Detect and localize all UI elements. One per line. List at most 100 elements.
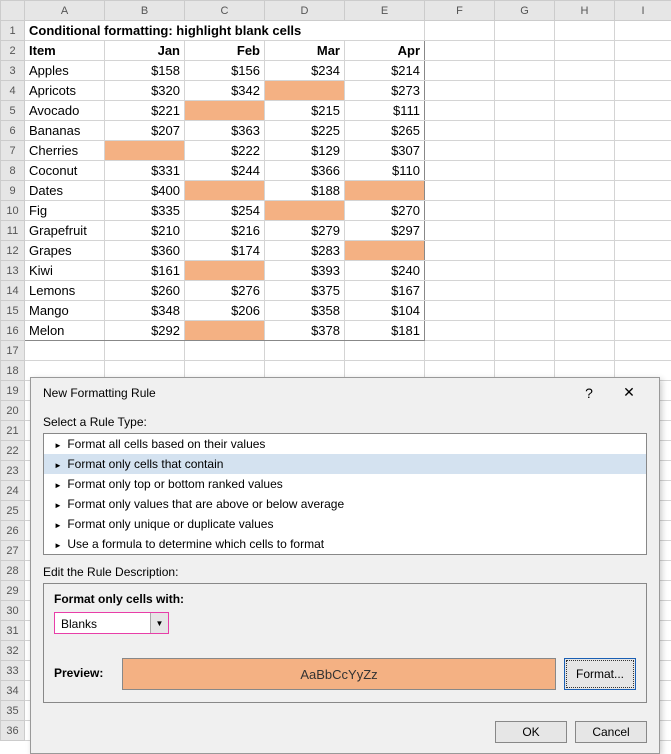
cell[interactable]	[555, 281, 615, 301]
cell[interactable]	[495, 301, 555, 321]
header-feb[interactable]: Feb	[185, 41, 265, 61]
cell[interactable]	[495, 101, 555, 121]
cell[interactable]	[425, 341, 495, 361]
row-header[interactable]: 13	[1, 261, 25, 281]
item-cell[interactable]: Fig	[25, 201, 105, 221]
close-icon[interactable]: ✕	[609, 384, 649, 401]
data-cell[interactable]: $358	[265, 301, 345, 321]
item-cell[interactable]: Grapes	[25, 241, 105, 261]
item-cell[interactable]: Avocado	[25, 101, 105, 121]
header-apr[interactable]: Apr	[345, 41, 425, 61]
col-header[interactable]: G	[495, 1, 555, 21]
cell[interactable]	[425, 301, 495, 321]
cell[interactable]	[425, 281, 495, 301]
data-cell[interactable]: $342	[185, 81, 265, 101]
cell[interactable]	[425, 141, 495, 161]
cell[interactable]	[425, 261, 495, 281]
item-cell[interactable]: Kiwi	[25, 261, 105, 281]
data-cell[interactable]	[185, 181, 265, 201]
row-header[interactable]: 30	[1, 601, 25, 621]
col-header[interactable]: I	[615, 1, 671, 21]
cancel-button[interactable]: Cancel	[575, 721, 647, 743]
header-mar[interactable]: Mar	[265, 41, 345, 61]
cell[interactable]	[265, 341, 345, 361]
cell[interactable]	[495, 161, 555, 181]
cell[interactable]	[495, 181, 555, 201]
data-cell[interactable]: $167	[345, 281, 425, 301]
row-header[interactable]: 7	[1, 141, 25, 161]
cell[interactable]	[425, 41, 495, 61]
cell[interactable]	[425, 241, 495, 261]
cell[interactable]	[425, 81, 495, 101]
cell[interactable]	[615, 121, 671, 141]
cell[interactable]	[615, 301, 671, 321]
row-header[interactable]: 8	[1, 161, 25, 181]
data-cell[interactable]: $292	[105, 321, 185, 341]
cell[interactable]	[425, 321, 495, 341]
cell[interactable]	[615, 81, 671, 101]
data-cell[interactable]: $207	[105, 121, 185, 141]
row-header[interactable]: 26	[1, 521, 25, 541]
cell[interactable]	[555, 201, 615, 221]
cell[interactable]	[615, 321, 671, 341]
cell[interactable]	[185, 341, 265, 361]
cell[interactable]	[495, 141, 555, 161]
rule-type-item[interactable]: ► Format all cells based on their values	[44, 434, 646, 454]
row-header[interactable]: 3	[1, 61, 25, 81]
row-header[interactable]: 33	[1, 661, 25, 681]
data-cell[interactable]: $174	[185, 241, 265, 261]
col-header[interactable]: A	[25, 1, 105, 21]
row-header[interactable]: 16	[1, 321, 25, 341]
row-header[interactable]: 18	[1, 361, 25, 381]
data-cell[interactable]	[265, 81, 345, 101]
cell[interactable]	[555, 321, 615, 341]
data-cell[interactable]: $378	[265, 321, 345, 341]
cell[interactable]	[555, 121, 615, 141]
data-cell[interactable]	[185, 321, 265, 341]
header-item[interactable]: Item	[25, 41, 105, 61]
item-cell[interactable]: Melon	[25, 321, 105, 341]
row-header[interactable]: 28	[1, 561, 25, 581]
item-cell[interactable]: Apples	[25, 61, 105, 81]
data-cell[interactable]	[345, 241, 425, 261]
cell[interactable]	[425, 201, 495, 221]
cell[interactable]	[615, 161, 671, 181]
data-cell[interactable]	[265, 201, 345, 221]
data-cell[interactable]: $221	[105, 101, 185, 121]
cell[interactable]	[615, 261, 671, 281]
row-header[interactable]: 6	[1, 121, 25, 141]
cell[interactable]	[495, 281, 555, 301]
data-cell[interactable]: $260	[105, 281, 185, 301]
data-cell[interactable]	[185, 101, 265, 121]
cell[interactable]	[615, 21, 671, 41]
cell[interactable]	[495, 81, 555, 101]
data-cell[interactable]: $254	[185, 201, 265, 221]
cell[interactable]	[495, 321, 555, 341]
cell[interactable]	[555, 141, 615, 161]
data-cell[interactable]: $158	[105, 61, 185, 81]
row-header[interactable]: 29	[1, 581, 25, 601]
row-header[interactable]: 10	[1, 201, 25, 221]
data-cell[interactable]: $283	[265, 241, 345, 261]
data-cell[interactable]: $279	[265, 221, 345, 241]
rule-type-item[interactable]: ► Format only cells that contain	[44, 454, 646, 474]
row-header[interactable]: 11	[1, 221, 25, 241]
cell[interactable]	[615, 181, 671, 201]
data-cell[interactable]: $110	[345, 161, 425, 181]
cell[interactable]	[555, 21, 615, 41]
help-icon[interactable]: ?	[569, 385, 609, 401]
row-header[interactable]: 31	[1, 621, 25, 641]
data-cell[interactable]: $181	[345, 321, 425, 341]
row-header[interactable]: 25	[1, 501, 25, 521]
data-cell[interactable]: $111	[345, 101, 425, 121]
data-cell[interactable]: $297	[345, 221, 425, 241]
data-cell[interactable]: $188	[265, 181, 345, 201]
condition-dropdown[interactable]: Blanks ▼	[54, 612, 169, 634]
row-header[interactable]: 32	[1, 641, 25, 661]
cell[interactable]	[555, 301, 615, 321]
cell[interactable]	[615, 201, 671, 221]
item-cell[interactable]: Cherries	[25, 141, 105, 161]
rule-type-item[interactable]: ► Format only values that are above or b…	[44, 494, 646, 514]
data-cell[interactable]: $276	[185, 281, 265, 301]
cell[interactable]	[615, 221, 671, 241]
